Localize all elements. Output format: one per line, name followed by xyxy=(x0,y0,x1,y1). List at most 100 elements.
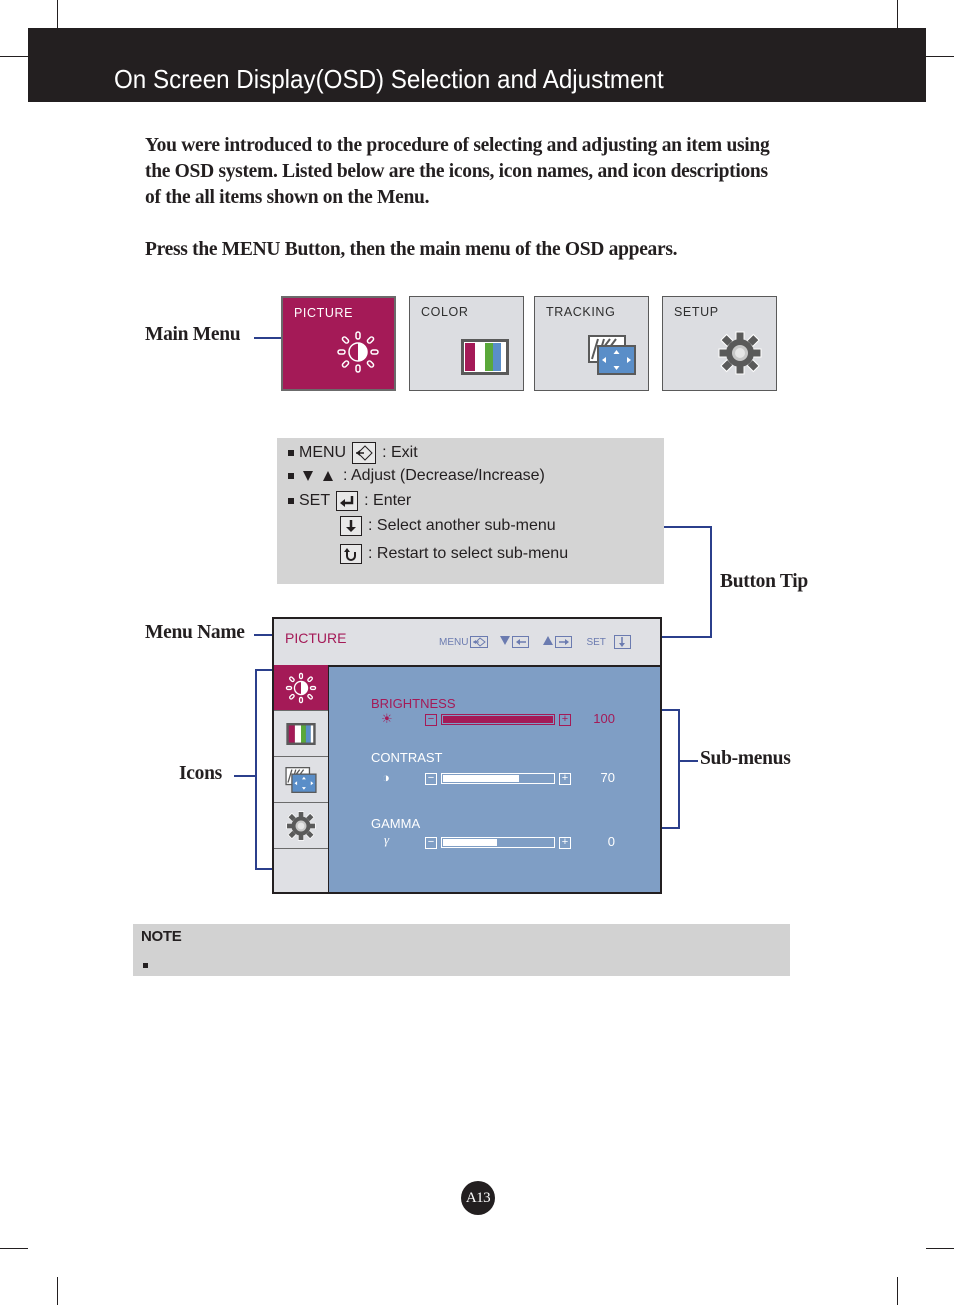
tip-text: : Adjust (Decrease/Increase) xyxy=(343,467,545,484)
osd-window: PICTURE MENU SET BRIGHTNESS ☀ − + 100 CO… xyxy=(272,617,662,894)
intro-text: You were introduced to the procedure of … xyxy=(145,133,785,263)
restart-icon xyxy=(340,544,362,564)
sun-icon: ☀ xyxy=(381,711,393,726)
decrease-button[interactable]: − xyxy=(425,773,437,785)
down-triangle-icon xyxy=(500,636,511,648)
down-up-triangles-icon xyxy=(303,470,333,482)
tracking-icon xyxy=(285,766,317,793)
tip-prefix: SET xyxy=(299,492,331,509)
gamma-slider[interactable] xyxy=(441,837,555,848)
callout-main-menu: Main Menu xyxy=(145,324,241,345)
submenu-label-gamma: GAMMA xyxy=(371,816,421,831)
callout-line xyxy=(664,526,712,528)
tip-row-select: : Select another sub-menu xyxy=(334,516,556,536)
bullet xyxy=(288,498,294,504)
decrease-button[interactable]: − xyxy=(425,837,437,849)
gamma-value: 0 xyxy=(607,834,615,849)
callout-line xyxy=(255,669,273,671)
contrast-slider[interactable] xyxy=(441,773,555,784)
tile-label: PICTURE xyxy=(294,306,354,320)
tip-text: : Exit xyxy=(382,444,418,461)
color-bars-icon xyxy=(461,339,509,380)
crop-mark xyxy=(57,0,58,28)
main-menu-tile-tracking[interactable]: TRACKING xyxy=(534,296,649,391)
exit-arrow-icon xyxy=(470,636,489,648)
exit-arrow-icon xyxy=(352,442,377,464)
osd-side-picture[interactable] xyxy=(274,665,328,711)
gamma-icon: γ xyxy=(384,832,390,847)
brightness-value: 100 xyxy=(593,711,615,726)
submenu-label-brightness: BRIGHTNESS xyxy=(371,696,456,711)
osd-side-tracking[interactable] xyxy=(274,757,328,803)
osd-button-tips: MENU SET xyxy=(439,635,631,649)
crop-mark xyxy=(926,56,954,57)
crop-mark xyxy=(897,0,898,28)
color-bars-icon xyxy=(286,722,316,745)
crop-mark xyxy=(926,1248,954,1249)
gear-icon xyxy=(718,331,762,380)
crop-mark xyxy=(0,56,28,57)
brightness-icon xyxy=(285,672,317,703)
osd-key-menu-label: MENU xyxy=(439,636,469,648)
bullet xyxy=(288,450,294,456)
page-title: On Screen Display(OSD) Selection and Adj… xyxy=(114,64,664,94)
osd-side-setup[interactable] xyxy=(274,803,328,849)
osd-submenu-panel: BRIGHTNESS ☀ − + 100 CONTRAST ◑ − + 70 G… xyxy=(329,667,660,892)
gear-icon xyxy=(286,810,316,841)
note-title: NOTE xyxy=(141,928,182,945)
callout-line xyxy=(662,636,712,638)
header-bar: On Screen Display(OSD) Selection and Adj… xyxy=(28,28,926,102)
left-arrow-icon xyxy=(512,636,530,648)
crop-mark xyxy=(0,1248,28,1249)
callout-sub-menus: Sub-menus xyxy=(700,748,791,769)
tip-text: : Restart to select sub-menu xyxy=(368,545,569,562)
enter-icon xyxy=(336,491,359,511)
tile-label: TRACKING xyxy=(546,305,616,319)
down-arrow-icon xyxy=(613,635,631,649)
tip-row-adjust: : Adjust (Decrease/Increase) xyxy=(288,467,545,485)
tip-text: : Select another sub-menu xyxy=(368,517,556,534)
main-menu-tile-color[interactable]: COLOR xyxy=(409,296,524,391)
osd-icon-column xyxy=(274,665,330,892)
up-triangle-icon xyxy=(543,636,554,648)
tip-prefix: MENU xyxy=(299,444,347,461)
main-menu-tile-picture[interactable]: PICTURE xyxy=(281,296,396,391)
decrease-button[interactable]: − xyxy=(425,714,437,726)
increase-button[interactable]: + xyxy=(559,837,571,849)
button-tip-box: MENU : Exit : Adjust (Decrease/Increase)… xyxy=(277,438,664,584)
main-menu-tile-setup[interactable]: SETUP xyxy=(662,296,777,391)
callout-button-tip: Button Tip xyxy=(720,571,808,592)
increase-button[interactable]: + xyxy=(559,714,571,726)
brightness-slider[interactable] xyxy=(441,714,555,725)
bullet xyxy=(288,473,294,479)
submenu-label-contrast: CONTRAST xyxy=(371,750,443,765)
tip-row-set: SET : Enter xyxy=(288,491,411,511)
osd-header: PICTURE MENU SET xyxy=(274,619,660,667)
callout-line xyxy=(254,634,272,636)
osd-side-color[interactable] xyxy=(274,711,328,757)
callout-line xyxy=(255,868,273,870)
intro-paragraph: You were introduced to the procedure of … xyxy=(145,135,770,208)
callout-line xyxy=(678,760,698,762)
callout-line xyxy=(710,526,712,638)
half-circle-icon: ◑ xyxy=(382,770,390,785)
note-box: NOTE xyxy=(133,924,790,976)
right-arrow-icon xyxy=(555,636,573,648)
callout-icons: Icons xyxy=(179,763,222,784)
tile-label: SETUP xyxy=(674,305,719,319)
osd-menu-name: PICTURE xyxy=(285,630,347,646)
callout-line xyxy=(254,337,281,339)
callout-menu-name: Menu Name xyxy=(145,622,245,643)
increase-button[interactable]: + xyxy=(559,773,571,785)
intro-instruction: Press the MENU Button, then the main men… xyxy=(145,239,678,260)
crop-mark xyxy=(897,1277,898,1305)
callout-line xyxy=(234,775,256,777)
osd-key-set-label: SET xyxy=(586,636,606,648)
tip-row-menu: MENU : Exit xyxy=(288,442,418,464)
callout-line xyxy=(255,669,257,870)
slider-fill xyxy=(443,775,520,782)
callout-line xyxy=(662,827,680,829)
page-number-badge: A13 xyxy=(461,1181,495,1215)
slider-fill xyxy=(443,716,553,723)
callout-line xyxy=(678,709,680,829)
